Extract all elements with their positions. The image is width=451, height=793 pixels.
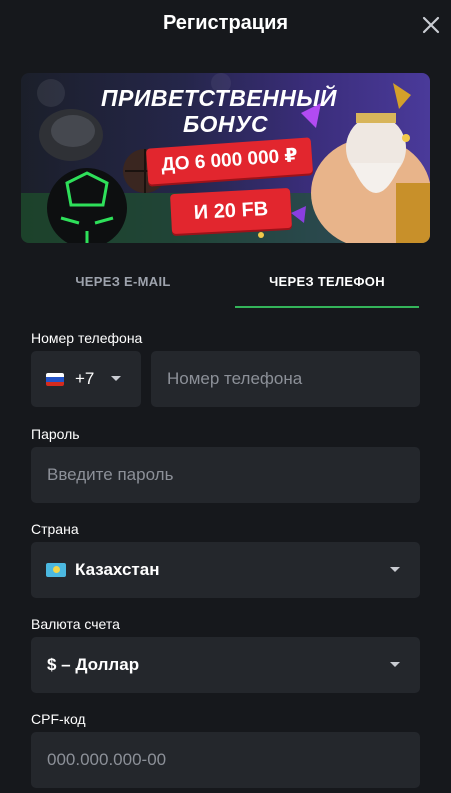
banner-headline: ПРИВЕТСТВЕННЫЙ (101, 85, 337, 111)
registration-tabs: ЧЕРЕЗ E-MAIL ЧЕРЕЗ ТЕЛЕФОН (21, 264, 430, 310)
currency-label: Валюта счета (31, 616, 120, 632)
cpf-input[interactable]: 000.000.000-00 (31, 732, 420, 788)
banner-subheadline: БОНУС (183, 111, 269, 137)
cpf-placeholder: 000.000.000-00 (47, 750, 167, 769)
phone-label: Номер телефона (31, 330, 143, 346)
tab-phone-label: ЧЕРЕЗ ТЕЛЕФОН (269, 274, 385, 289)
football-graphic (47, 168, 127, 243)
chevron-down-icon (111, 376, 121, 381)
chevron-down-icon (390, 567, 400, 572)
close-icon[interactable] (419, 13, 443, 37)
russia-flag-icon (46, 373, 64, 386)
chevron-down-icon (390, 662, 400, 667)
country-label: Страна (31, 521, 79, 537)
phone-input[interactable]: Номер телефона (151, 351, 420, 407)
phone-placeholder: Номер телефона (167, 369, 303, 388)
country-code-select[interactable]: +7 (31, 351, 141, 407)
country-code-value: +7 (75, 369, 95, 388)
password-input[interactable]: Введите пароль (31, 447, 420, 503)
promo-banner[interactable]: ПРИВЕТСТВЕННЫЙ БОНУС ДО 6 000 000 ₽ И 20… (21, 73, 430, 243)
kazakhstan-flag-icon (46, 563, 66, 577)
cpf-label: CPF-код (31, 711, 86, 727)
zeus-character (311, 113, 430, 243)
page-title: Регистрация (162, 12, 289, 34)
tab-phone[interactable]: ЧЕРЕЗ ТЕЛЕФОН (235, 264, 419, 310)
boxing-glove-graphic (39, 109, 103, 161)
country-select[interactable]: Казахстан (31, 542, 420, 598)
tab-email[interactable]: ЧЕРЕЗ E-MAIL (31, 264, 215, 310)
currency-value: $ – Доллар (47, 655, 140, 674)
active-tab-indicator (235, 306, 419, 308)
password-label: Пароль (31, 426, 80, 442)
freebet-badge: И 20 FB (170, 187, 292, 235)
password-placeholder: Введите пароль (47, 465, 174, 484)
currency-select[interactable]: $ – Доллар (31, 637, 420, 693)
country-value: Казахстан (75, 560, 160, 579)
modal-header: Регистрация (0, 0, 451, 52)
